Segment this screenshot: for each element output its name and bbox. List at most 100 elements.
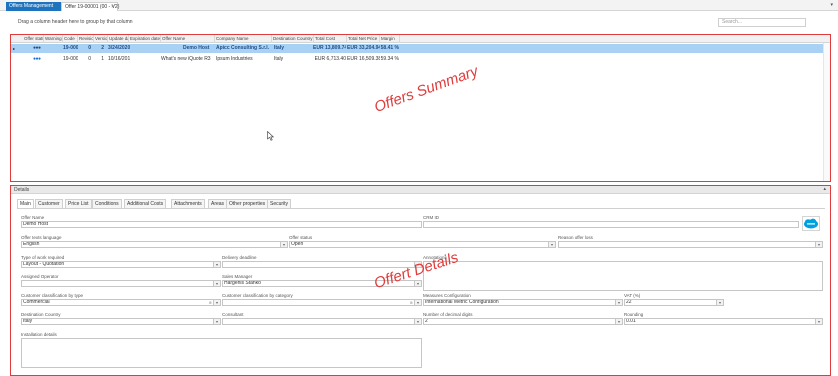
work-select[interactable]: Layout - Quotation ▾ (21, 261, 221, 268)
chevron-down-icon[interactable]: ▾ (414, 281, 421, 286)
install-textarea[interactable] (21, 338, 422, 368)
column-header-warning[interactable]: Warning (44, 35, 63, 43)
work-value: Layout - Quotation (23, 261, 65, 267)
offer-name-label: Offer Name (21, 215, 45, 220)
annotations-textarea[interactable] (423, 261, 823, 291)
cell-total-net-price: EUR 16,509.38 (347, 56, 380, 62)
grid-scrollbar[interactable] (823, 43, 830, 181)
rounding-select[interactable]: 0.01 ▾ (624, 318, 823, 325)
deadline-label: Delivery deadline (222, 255, 257, 260)
cell-destination-country: Italy (274, 45, 285, 51)
cell-update-date: 10/16/2019 (108, 56, 130, 62)
cell-code: 19-00002 (63, 56, 78, 62)
crm-id-field[interactable] (423, 221, 799, 228)
cell-company-name: Apicc Consulting S.r.l. (216, 45, 270, 51)
cloud-icon (804, 218, 818, 229)
rounding-label: Rounding (624, 312, 644, 317)
column-header-company-name[interactable]: Company Name (215, 35, 272, 43)
column-header-offer-status[interactable]: Offer status (23, 35, 44, 43)
class-cat-label: Customer classification by category (222, 293, 293, 298)
mouse-cursor-icon (267, 131, 274, 141)
dest-value: Italy (23, 318, 33, 324)
tab-attachments[interactable]: Attachments (171, 199, 205, 208)
close-icon[interactable]: × (111, 3, 114, 12)
column-header-revision[interactable]: Revision (78, 35, 94, 43)
cell-offer-name: What's new iQuote R3 (161, 56, 211, 62)
column-header-code[interactable]: Code (63, 35, 78, 43)
table-row[interactable]: ▸ ●●● 19-00001 0 2 3/24/2020 Demo Host A… (11, 44, 830, 53)
rounding-value: 0.01 (626, 318, 636, 324)
row-indicator-icon: ▸ (13, 46, 16, 51)
chevron-down-icon[interactable]: ▾ (213, 281, 220, 286)
measures-value: International Metric Configuration (425, 299, 499, 305)
column-header-total-net-price[interactable]: Total Net Price (347, 35, 380, 43)
cell-total-net-price: EUR 33,204.94 (347, 45, 380, 51)
tab-security[interactable]: Security (267, 199, 292, 208)
decimals-label: Number of decimal digits (423, 312, 473, 317)
chevron-down-icon[interactable]: ▾ (280, 242, 287, 247)
operator-select[interactable]: ▾ (21, 280, 221, 287)
tab-customer[interactable]: Customer (35, 199, 63, 208)
sales-value: Hargenis Stanko (224, 280, 261, 286)
chevron-down-icon[interactable]: ▾ (815, 319, 822, 324)
column-header-offer-name[interactable]: Offer Name (161, 35, 215, 43)
chevron-down-icon[interactable]: ▾ (615, 300, 622, 305)
cell-total-cost: EUR 6,713.40 (314, 56, 346, 62)
cell-update-date: 3/24/2020 (108, 45, 130, 51)
consultant-select[interactable]: ▾ (222, 318, 422, 325)
tab-price-list[interactable]: Price List (65, 199, 92, 208)
collapse-icon[interactable]: ▴ (823, 186, 826, 192)
tab-conditions[interactable]: Conditions (92, 199, 122, 208)
tab-offer-document[interactable]: Offer 19-00001 (00 - V2) × (61, 2, 119, 12)
chevron-down-icon[interactable]: ▾ (815, 242, 822, 247)
chevron-down-icon[interactable]: ▾ (213, 300, 220, 305)
tab-offers-management[interactable]: Offers Management (6, 2, 61, 11)
tab-other-properties[interactable]: Other properties (226, 199, 269, 208)
clear-icon[interactable]: ⊗ (209, 300, 212, 305)
consultant-label: Consultant (222, 312, 244, 317)
column-header-destination-country[interactable]: Destination Country (272, 35, 314, 43)
search-input[interactable]: Search... (718, 18, 806, 27)
vat-select[interactable]: 22 ▾ (624, 299, 724, 306)
chevron-down-icon[interactable]: ▾ (830, 2, 833, 8)
tab-additional-costs[interactable]: Additional Costs (124, 199, 167, 208)
class-type-select[interactable]: Commercial ⊗ ▾ (21, 299, 221, 306)
column-header-version[interactable]: Version (94, 35, 108, 43)
clear-icon[interactable]: ⊗ (410, 300, 413, 305)
decimals-select[interactable]: 2 ▾ (423, 318, 623, 325)
tab-areas[interactable]: Areas (208, 199, 228, 208)
chevron-down-icon[interactable]: ▾ (414, 300, 421, 305)
dest-select[interactable]: Italy ▾ (21, 318, 221, 325)
offer-name-field[interactable]: Demo Host (21, 221, 422, 228)
chevron-down-icon[interactable]: ▾ (548, 242, 555, 247)
chevron-down-icon[interactable]: ▾ (716, 300, 723, 305)
deadline-select[interactable]: ▾ (222, 261, 422, 268)
cell-version: 2 (101, 45, 104, 51)
language-select[interactable]: English ▾ (21, 241, 288, 248)
chevron-down-icon[interactable]: ▾ (414, 319, 421, 324)
chevron-down-icon[interactable]: ▾ (213, 262, 220, 267)
crm-id-label: CRM ID (423, 215, 439, 220)
grid-header: Offer status Warning Code Revision Versi… (11, 35, 830, 43)
decimals-value: 2 (425, 318, 428, 324)
tab-bar: Offers Management Offer 19-00001 (00 - V… (0, 0, 838, 11)
column-header-margin[interactable]: Margin (380, 35, 400, 43)
column-header-update-date[interactable]: Update date (108, 35, 129, 43)
work-label: Type of work required (21, 255, 65, 260)
cell-revision: 0 (88, 56, 91, 62)
column-header-expiration-date[interactable]: Expiration date (129, 35, 161, 43)
status-value: Open (291, 241, 304, 247)
class-cat-select[interactable]: ⊗ ▾ (222, 299, 422, 306)
table-row[interactable]: ●●● 19-00002 0 1 10/16/2019 What's new i… (11, 55, 830, 64)
chevron-down-icon[interactable]: ▾ (615, 319, 622, 324)
vat-value: 22 (626, 299, 632, 305)
cell-margin: 58.41 % (380, 45, 399, 51)
loss-label: Reason offer loss (558, 235, 593, 240)
chevron-down-icon[interactable]: ▾ (213, 319, 220, 324)
cell-company-name: Ipsum Industries (216, 56, 253, 62)
loss-select[interactable]: ▾ (558, 241, 823, 248)
measures-select[interactable]: International Metric Configuration ▾ (423, 299, 623, 306)
column-header-total-cost[interactable]: Total Cost (314, 35, 347, 43)
status-select[interactable]: Open ▾ (289, 241, 556, 248)
salesforce-button[interactable] (802, 216, 820, 231)
